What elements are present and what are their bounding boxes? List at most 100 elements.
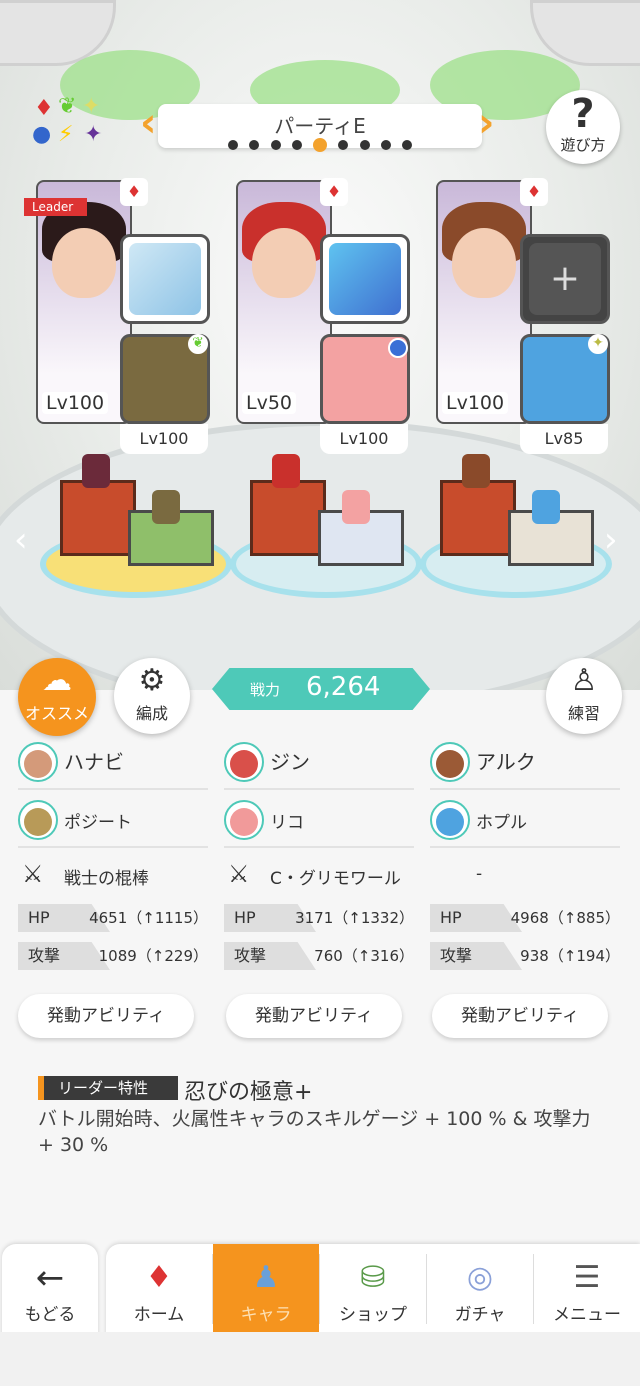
- page-dot[interactable]: [249, 140, 260, 150]
- tab-shop[interactable]: ⛁ ショップ: [320, 1244, 426, 1332]
- ability-label: 発動アビリティ: [255, 1006, 373, 1026]
- pedestal-3: [420, 450, 612, 598]
- attack-label: 攻撃: [224, 942, 316, 970]
- main-character-name: アルク: [476, 750, 536, 774]
- sub-character-name: リコ: [270, 813, 304, 833]
- weapon-row[interactable]: ⚔ C・グリモワール: [224, 854, 414, 898]
- formation-label: 編成: [135, 704, 168, 723]
- home-icon: ♦: [145, 1260, 173, 1295]
- page-dot[interactable]: [402, 140, 412, 150]
- sub-character-row[interactable]: ポジート: [18, 798, 208, 842]
- recommend-icon: ☁: [42, 663, 72, 698]
- avatar: [430, 742, 470, 782]
- question-icon: ?: [571, 91, 595, 137]
- pedestal-1: [40, 450, 232, 598]
- equip-slot[interactable]: +: [520, 234, 610, 324]
- element-legend: ♦ ❦ ✦ ● ⚡ ✦: [30, 94, 110, 156]
- page-dot[interactable]: [338, 140, 349, 150]
- divider: [430, 846, 620, 848]
- main-character-row[interactable]: ハナビ: [18, 740, 208, 784]
- ability-button-3[interactable]: 発動アビリティ: [432, 994, 608, 1038]
- tab-gacha[interactable]: ◎ ガチャ: [427, 1244, 533, 1332]
- team-power: 戦力 6,264: [212, 668, 430, 710]
- practice-label: 練習: [567, 704, 600, 723]
- gacha-icon: ◎: [466, 1260, 494, 1295]
- pedestal-block: [440, 480, 516, 556]
- character-portrait[interactable]: Lv100: [436, 180, 532, 424]
- weapon-row[interactable]: ⚔ 戦士の棍棒: [18, 854, 208, 898]
- party-slot-2[interactable]: Lv50 ♦ Lv100: [236, 178, 421, 454]
- attack-value: 938（↑194）: [520, 947, 620, 965]
- prev-party-chevron-icon[interactable]: ‹: [140, 100, 156, 146]
- party-slot-3[interactable]: Lv100 ♦ + ✦ Lv85: [436, 178, 621, 454]
- fire-diamond-icon: ♦: [120, 178, 148, 206]
- sword-shield-icon: ⚔: [228, 860, 250, 888]
- main-character-row[interactable]: アルク: [430, 740, 620, 784]
- attack-stat: 攻撃 1089（↑229）: [18, 942, 208, 970]
- pedestal-2: [230, 450, 422, 598]
- empty-equip-icon: +: [529, 243, 601, 315]
- character-face: [52, 228, 116, 298]
- tab-chara[interactable]: ♟ キャラ: [213, 1244, 319, 1332]
- sub-character-name: ホプル: [476, 813, 527, 833]
- character-portrait[interactable]: Lv100: [36, 180, 132, 424]
- party-slot-1[interactable]: Lv100 Leader ♦ ❦ Lv100: [24, 178, 221, 454]
- ability-button-1[interactable]: 発動アビリティ: [18, 994, 194, 1038]
- scroll-right-icon[interactable]: ›: [604, 520, 618, 560]
- formation-button[interactable]: ⚙ 編成: [114, 658, 190, 734]
- practice-button[interactable]: ♙ 練習: [546, 658, 622, 734]
- attack-value: 760（↑316）: [314, 947, 414, 965]
- next-party-chevron-icon[interactable]: ›: [478, 100, 494, 146]
- help-label: 遊び方: [560, 136, 606, 154]
- hp-value: 4651（↑1115）: [89, 909, 208, 927]
- divider: [18, 788, 208, 790]
- sub-character-row[interactable]: リコ: [224, 798, 414, 842]
- sword-shield-icon: ⚔: [22, 860, 44, 888]
- fire-diamond-icon: ♦: [320, 178, 348, 206]
- tab-label: メニュー: [553, 1305, 621, 1325]
- character-sprite: [342, 490, 370, 524]
- page-dot[interactable]: [270, 140, 281, 150]
- character-portrait[interactable]: Lv50: [236, 180, 332, 424]
- main-character-row[interactable]: ジン: [224, 740, 414, 784]
- leaf-icon: ❦: [58, 94, 77, 119]
- hp-stat: HP 3171（↑1332）: [224, 904, 414, 932]
- recommend-button[interactable]: ☁ オススメ: [18, 658, 96, 736]
- scroll-left-icon[interactable]: ‹: [14, 520, 28, 560]
- character-sprite: [462, 454, 490, 488]
- back-label: もどる: [24, 1305, 76, 1325]
- page-dot[interactable]: [228, 140, 238, 150]
- training-dummy-icon: ♙: [570, 663, 598, 698]
- help-button[interactable]: ? 遊び方: [546, 90, 620, 164]
- attack-stat: 攻撃 938（↑194）: [430, 942, 620, 970]
- sparkle-icon: ✦: [82, 94, 101, 119]
- shop-bag-icon: ⛁: [360, 1260, 386, 1295]
- weapon-row[interactable]: -: [430, 854, 620, 898]
- portrait-level: Lv50: [242, 392, 297, 414]
- fire-diamond-icon: ♦: [520, 178, 548, 206]
- avatar: [224, 800, 264, 840]
- equip-slot[interactable]: [120, 234, 210, 324]
- avatar: [224, 742, 264, 782]
- sparkle-icon: ✦: [588, 334, 608, 354]
- back-button[interactable]: ← もどる: [2, 1244, 98, 1338]
- character-sprite: [532, 490, 560, 524]
- page-dot[interactable]: [359, 140, 370, 150]
- ability-button-2[interactable]: 発動アビリティ: [226, 994, 402, 1038]
- tab-menu[interactable]: ☰ メニュー: [534, 1244, 640, 1332]
- page-dot[interactable]: [380, 140, 391, 150]
- tab-home[interactable]: ♦ ホーム: [106, 1244, 212, 1332]
- sub-character-row[interactable]: ホプル: [430, 798, 620, 842]
- main-character-name: ハナビ: [64, 750, 124, 774]
- equip-slot[interactable]: [320, 234, 410, 324]
- character-sprite: [82, 454, 110, 488]
- dark-icon: ✦: [84, 122, 103, 147]
- page-dot[interactable]: [313, 138, 327, 152]
- fire-icon: ♦: [34, 96, 54, 121]
- back-arrow-icon: ←: [35, 1258, 65, 1298]
- divider: [18, 846, 208, 848]
- power-label: 戦力: [250, 681, 281, 699]
- tab-label: ホーム: [133, 1305, 185, 1325]
- page-dot[interactable]: [291, 140, 302, 150]
- avatar: [430, 800, 470, 840]
